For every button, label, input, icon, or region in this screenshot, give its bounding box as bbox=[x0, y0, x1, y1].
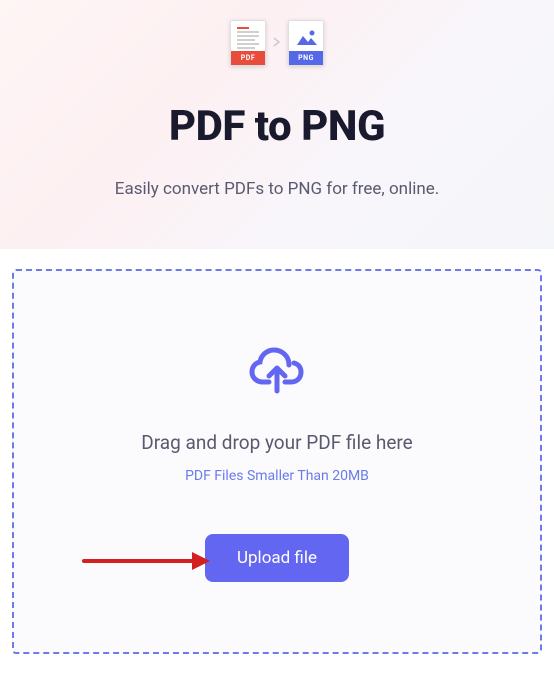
png-badge-label: PNG bbox=[289, 51, 323, 65]
pdf-file-icon: PDF bbox=[230, 20, 266, 66]
dropzone-instruction: Drag and drop your PDF file here bbox=[34, 431, 520, 454]
pdf-lines-decoration bbox=[237, 27, 259, 51]
upload-section: Drag and drop your PDF file here PDF Fil… bbox=[0, 249, 554, 666]
page-title: PDF to PNG bbox=[20, 102, 534, 151]
upload-file-button[interactable]: Upload file bbox=[205, 534, 349, 582]
png-image-decoration bbox=[297, 29, 315, 47]
arrow-right-icon bbox=[272, 35, 282, 51]
png-file-icon: PNG bbox=[288, 20, 324, 66]
hero-section: PDF PNG PDF to PNG Easily convert PDFs t… bbox=[0, 0, 554, 249]
page-subtitle: Easily convert PDFs to PNG for free, onl… bbox=[20, 179, 534, 199]
cloud-upload-icon bbox=[249, 341, 305, 401]
format-icons-row: PDF PNG bbox=[20, 20, 534, 66]
dropzone-size-limit: PDF Files Smaller Than 20MB bbox=[34, 468, 520, 484]
pdf-badge-label: PDF bbox=[231, 51, 265, 65]
annotation-arrow-icon bbox=[82, 549, 212, 577]
file-dropzone[interactable]: Drag and drop your PDF file here PDF Fil… bbox=[12, 269, 542, 654]
